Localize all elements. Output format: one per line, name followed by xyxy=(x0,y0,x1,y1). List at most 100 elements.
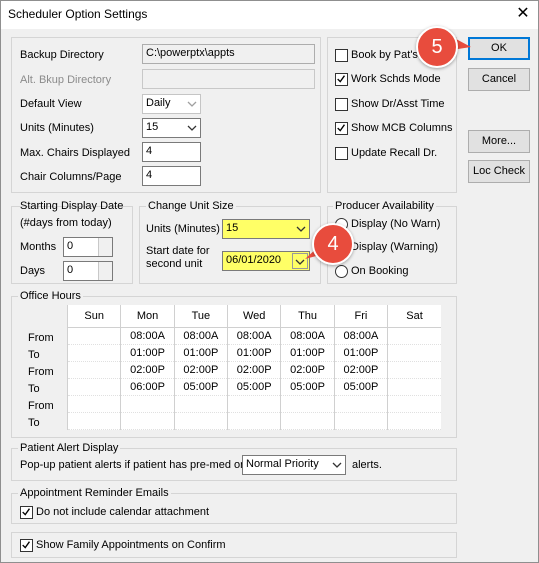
show-mcb-columns-label: Show MCB Columns xyxy=(351,122,453,134)
days-value: 0 xyxy=(67,264,74,276)
office-hours-cell[interactable] xyxy=(280,395,335,413)
no-calendar-attachment-checkbox[interactable] xyxy=(20,506,33,519)
office-hours-row-label: To xyxy=(28,417,40,429)
office-hours-cell[interactable] xyxy=(333,412,388,430)
months-spinner[interactable]: 0 xyxy=(63,237,113,257)
office-hours-cell[interactable]: 01:00P xyxy=(227,344,281,362)
show-mcb-columns-checkbox[interactable] xyxy=(335,122,348,135)
office-hours-cell[interactable]: 02:00P xyxy=(227,361,281,379)
office-hours-cell[interactable] xyxy=(66,344,121,362)
window-title: Scheduler Option Settings xyxy=(8,7,148,21)
work-schds-mode-label: Work Schds Mode xyxy=(351,73,441,85)
office-hours-cell[interactable] xyxy=(387,344,441,362)
book-by-pats-checkbox[interactable] xyxy=(335,49,348,62)
office-hours-cell[interactable]: 05:00P xyxy=(227,378,281,396)
days-spinner[interactable]: 0 xyxy=(63,261,113,281)
office-hours-cell[interactable]: 01:00P xyxy=(280,344,335,362)
change-unit-title: Change Unit Size xyxy=(146,200,236,212)
max-chairs-label: Max. Chairs Displayed xyxy=(20,147,131,159)
cancel-button[interactable]: Cancel xyxy=(468,68,530,91)
office-hours-cell[interactable]: 02:00P xyxy=(280,361,335,379)
backup-directory-value: C:\powerptx\appts xyxy=(146,47,235,59)
chair-columns-value: 4 xyxy=(146,169,153,181)
default-view-label: Default View xyxy=(20,98,82,110)
show-dr-asst-time-checkbox[interactable] xyxy=(335,98,348,111)
close-icon[interactable]: ✕ xyxy=(511,4,535,24)
office-hours-cell[interactable] xyxy=(66,327,121,345)
callout-5-badge: 5 xyxy=(416,26,458,68)
chevron-down-icon xyxy=(187,125,197,131)
day-header: Mon xyxy=(120,305,175,328)
office-hours-row-label: From xyxy=(28,332,54,344)
more-button[interactable]: More... xyxy=(468,130,530,153)
start-date-label-line1: Start date for xyxy=(146,245,210,257)
start-date-picker[interactable]: 06/01/2020 xyxy=(222,251,310,271)
day-header: Fri xyxy=(333,305,388,328)
display-no-warn-label: Display (No Warn) xyxy=(351,218,441,230)
chair-columns-field[interactable]: 4 xyxy=(142,166,201,186)
change-units-value: 15 xyxy=(226,222,239,234)
office-hours-cell[interactable]: 01:00P xyxy=(120,344,175,362)
update-recall-dr-label: Update Recall Dr. xyxy=(351,147,438,159)
alt-backup-directory-field[interactable] xyxy=(142,69,315,89)
backup-directory-field[interactable]: C:\powerptx\appts xyxy=(142,44,315,64)
office-hours-cell[interactable] xyxy=(280,412,335,430)
alert-priority-select[interactable]: Normal Priority xyxy=(242,455,346,475)
patient-alert-text: Pop-up patient alerts if patient has pre… xyxy=(20,459,244,471)
office-hours-cell[interactable]: 08:00A xyxy=(280,327,335,345)
office-hours-cell[interactable] xyxy=(387,327,441,345)
office-hours-cell[interactable] xyxy=(66,395,121,413)
units-select[interactable]: 15 xyxy=(142,118,201,138)
no-calendar-attachment-label: Do not include calendar attachment xyxy=(36,506,210,518)
update-recall-dr-checkbox[interactable] xyxy=(335,147,348,160)
office-hours-cell[interactable] xyxy=(173,412,228,430)
spin-buttons[interactable] xyxy=(98,262,112,280)
alert-priority-value: Normal Priority xyxy=(246,458,319,470)
office-hours-cell[interactable] xyxy=(387,395,441,413)
office-hours-cell[interactable] xyxy=(120,395,175,413)
office-hours-cell[interactable]: 01:00P xyxy=(333,344,388,362)
office-hours-cell[interactable]: 02:00P xyxy=(173,361,228,379)
office-hours-cell[interactable] xyxy=(227,412,281,430)
office-hours-row xyxy=(66,395,441,413)
office-hours-cell[interactable]: 02:00P xyxy=(120,361,175,379)
office-hours-cell[interactable]: 08:00A xyxy=(333,327,388,345)
max-chairs-field[interactable]: 4 xyxy=(142,142,201,162)
office-hours-row: 06:00P 05:00P 05:00P 05:00P 05:00P xyxy=(66,378,441,396)
office-hours-cell[interactable] xyxy=(227,395,281,413)
office-hours-cell[interactable]: 05:00P xyxy=(280,378,335,396)
office-hours-cell[interactable]: 02:00P xyxy=(333,361,388,379)
starting-display-title: Starting Display Date xyxy=(20,200,124,212)
office-hours-cell[interactable]: 06:00P xyxy=(120,378,175,396)
office-hours-cell[interactable] xyxy=(387,361,441,379)
office-hours-cell[interactable]: 05:00P xyxy=(333,378,388,396)
max-chairs-value: 4 xyxy=(146,145,153,157)
office-hours-cell[interactable] xyxy=(66,361,121,379)
work-schds-mode-checkbox[interactable] xyxy=(335,73,348,86)
office-hours-cell[interactable] xyxy=(333,395,388,413)
office-hours-row: 08:00A 08:00A 08:00A 08:00A 08:00A xyxy=(66,327,441,345)
office-hours-cell[interactable]: 05:00P xyxy=(173,378,228,396)
office-hours-body: 08:00A 08:00A 08:00A 08:00A 08:00A 01:00P 01:0… xyxy=(66,327,441,430)
show-family-checkbox[interactable] xyxy=(20,539,33,552)
office-hours-cell[interactable]: 01:00P xyxy=(173,344,228,362)
office-hours-cell[interactable] xyxy=(120,412,175,430)
spin-buttons[interactable] xyxy=(98,238,112,256)
loc-check-button[interactable]: Loc Check xyxy=(468,160,530,183)
display-warning-label: Display (Warning) xyxy=(351,241,439,253)
office-hours-header-row: Sun Mon Tue Wed Thu Fri Sat xyxy=(66,305,441,328)
months-label: Months xyxy=(20,241,57,253)
office-hours-cell[interactable] xyxy=(387,412,441,430)
office-hours-cell[interactable] xyxy=(66,412,121,430)
change-units-select[interactable]: 15 xyxy=(222,219,310,239)
on-booking-label: On Booking xyxy=(351,265,409,277)
office-hours-row: 01:00P 01:00P 01:00P 01:00P 01:00P xyxy=(66,344,441,362)
office-hours-cell[interactable]: 08:00A xyxy=(227,327,281,345)
default-view-select[interactable]: Daily xyxy=(142,94,201,114)
office-hours-cell[interactable] xyxy=(66,378,121,396)
office-hours-cell[interactable]: 08:00A xyxy=(173,327,228,345)
office-hours-cell[interactable]: 08:00A xyxy=(120,327,175,345)
office-hours-cell[interactable] xyxy=(387,378,441,396)
office-hours-cell[interactable] xyxy=(173,395,228,413)
office-hours-row-label: To xyxy=(28,383,40,395)
